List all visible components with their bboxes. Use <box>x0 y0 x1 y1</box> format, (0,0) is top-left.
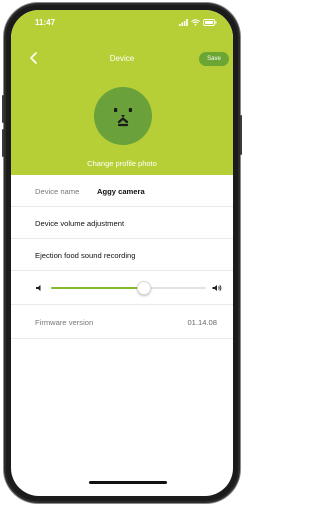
volume-adjustment-label: Device volume adjustment <box>35 219 125 228</box>
avatar[interactable] <box>94 87 152 145</box>
volume-low-icon <box>36 285 41 291</box>
volume-slider-thumb[interactable] <box>137 281 151 295</box>
power-button <box>240 115 242 155</box>
device-name-row[interactable]: Device name Aggy camera <box>11 175 233 207</box>
home-indicator <box>89 481 167 484</box>
firmware-row: Firmware version 01.14.08 <box>11 305 233 339</box>
volume-down-button <box>2 129 4 157</box>
device-name-label: Device name <box>35 187 80 196</box>
signal-icon <box>179 18 188 26</box>
phone-frame: 11:47 Device Save Change profile photo D… <box>2 3 242 503</box>
profile-header: 11:47 Device Save Change profile photo <box>11 10 233 175</box>
wifi-icon <box>191 18 200 26</box>
navigation-bar: Device Save <box>11 48 233 68</box>
status-icons <box>179 18 217 26</box>
ejection-sound-row[interactable]: Ejection food sound recording <box>11 239 233 271</box>
pet-face-icon <box>114 108 132 127</box>
volume-high-icon <box>212 285 222 291</box>
volume-slider-row <box>11 271 233 305</box>
save-button[interactable]: Save <box>199 52 229 66</box>
volume-slider[interactable] <box>51 281 206 295</box>
battery-icon <box>203 18 217 26</box>
firmware-version-value: 01.14.08 <box>187 318 217 327</box>
status-time: 11:47 <box>35 18 56 27</box>
change-profile-photo-link[interactable]: Change profile photo <box>11 159 233 168</box>
volume-adjustment-row[interactable]: Device volume adjustment <box>11 207 233 239</box>
volume-up-button <box>2 95 4 123</box>
ejection-sound-label: Ejection food sound recording <box>35 251 136 260</box>
device-name-value: Aggy camera <box>97 187 145 196</box>
firmware-label: Firmware version <box>35 318 94 327</box>
volume-slider-fill <box>51 287 144 289</box>
status-bar: 11:47 <box>11 10 233 32</box>
screen: 11:47 Device Save Change profile photo D… <box>11 10 233 496</box>
